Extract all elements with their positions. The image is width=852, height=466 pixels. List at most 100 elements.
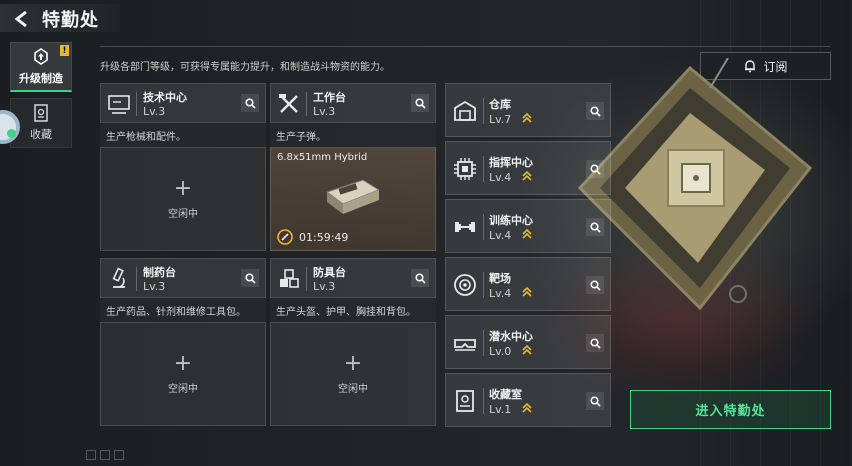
workstation-name: 制药台 — [143, 266, 176, 279]
upgrade-arrow-icon — [522, 112, 532, 123]
facility-level: Lv.7 — [489, 113, 512, 126]
icon-separator — [136, 92, 137, 116]
idle-status: 空闲中 — [168, 208, 198, 220]
tab-upgrade-craft-label: 升级制造 — [19, 71, 63, 85]
search-icon — [244, 272, 256, 284]
facility-level: Lv.0 — [489, 345, 512, 358]
tab-upgrade-craft[interactable]: ! 升级制造 — [10, 42, 72, 92]
workstation-armor[interactable]: 防具台 Lv.3 生产头盔、护甲、胸挂和背包。 + 空闲中 — [270, 258, 436, 426]
inspect-button[interactable] — [586, 102, 604, 120]
icon-separator — [483, 330, 484, 356]
diving-mask-icon — [454, 339, 476, 351]
alert-badge: ! — [60, 45, 69, 56]
workstation-level: Lv.3 — [143, 280, 166, 293]
header: 特勤处 — [0, 0, 852, 38]
inspect-button[interactable] — [411, 269, 429, 287]
upgrade-arrow-icon — [522, 286, 532, 297]
facility-name: 潜水中心 — [489, 330, 533, 343]
craft-timer: 01:59:49 — [277, 229, 348, 245]
workstation-header: 制药台 Lv.3 — [100, 258, 266, 298]
facility-level: Lv.4 — [489, 171, 512, 184]
icon-separator — [483, 388, 484, 414]
page-title: 特勤处 — [42, 10, 99, 31]
workstation-workbench[interactable]: 工作台 Lv.3 生产子弹。 6.8x51mm Hybrid 01:59:49 — [270, 83, 436, 251]
crafting-item-name: 6.8x51mm Hybrid — [277, 152, 368, 163]
craft-slot[interactable]: + 空闲中 — [100, 322, 266, 426]
facility-name: 仓库 — [489, 98, 511, 111]
upgrade-arrow-icon — [522, 344, 532, 355]
ammo-box-icon — [325, 179, 381, 214]
craft-slot-active[interactable]: 6.8x51mm Hybrid 01:59:49 — [270, 147, 436, 251]
craft-slot[interactable]: + 空闲中 — [100, 147, 266, 251]
search-icon — [589, 105, 601, 117]
indicator — [100, 450, 110, 460]
facility-shooting-range[interactable]: 靶场 Lv.4 — [445, 257, 611, 311]
inspect-button[interactable] — [411, 94, 429, 112]
icon-separator — [483, 214, 484, 240]
facility-level: Lv.1 — [489, 403, 512, 416]
inspect-button[interactable] — [586, 218, 604, 236]
facility-training-center[interactable]: 训练中心 Lv.4 — [445, 199, 611, 253]
facility-command-center[interactable]: 指挥中心 Lv.4 — [445, 141, 611, 195]
facility-diving-center[interactable]: 潜水中心 Lv.0 — [445, 315, 611, 369]
inspect-button[interactable] — [586, 276, 604, 294]
back-arrow-icon — [14, 10, 27, 28]
collection-icon — [34, 104, 48, 122]
search-icon — [589, 221, 601, 233]
workstation-pharmacy[interactable]: 制药台 Lv.3 生产药品、针剂和维修工具包。 + 空闲中 — [100, 258, 266, 426]
workstation-tech-center[interactable]: 技术中心 Lv.3 生产枪械和配件。 + 空闲中 — [100, 83, 266, 251]
workstation-level: Lv.3 — [313, 105, 336, 118]
workstation-name: 技术中心 — [143, 91, 187, 104]
bottom-indicators — [86, 450, 124, 460]
dumbbell-icon — [455, 222, 475, 232]
inspect-button[interactable] — [586, 392, 604, 410]
inspect-button[interactable] — [586, 334, 604, 352]
workstation-description: 生产药品、针剂和维修工具包。 — [100, 298, 266, 322]
icon-separator — [306, 267, 307, 291]
icon-separator — [483, 98, 484, 124]
facility-warehouse[interactable]: 仓库 Lv.7 — [445, 83, 611, 137]
search-icon — [244, 97, 256, 109]
plus-icon: + — [173, 175, 193, 201]
display-case-icon — [456, 390, 474, 412]
upgrade-icon — [34, 47, 48, 65]
plus-icon: + — [343, 350, 363, 376]
search-icon — [589, 337, 601, 349]
upgrade-arrow-icon — [522, 402, 532, 413]
workstation-description: 生产子弹。 — [270, 123, 436, 147]
inspect-button[interactable] — [241, 94, 259, 112]
search-icon — [414, 97, 426, 109]
facility-level: Lv.4 — [489, 229, 512, 242]
indicator — [86, 450, 96, 460]
target-icon — [454, 274, 476, 296]
search-icon — [589, 395, 601, 407]
facility-name: 训练中心 — [489, 214, 533, 227]
page-description: 升级各部门等级，可获得专属能力提升，和制造战斗物资的能力。 — [100, 62, 390, 73]
microscope-icon — [112, 267, 125, 288]
upgrade-arrow-icon — [522, 228, 532, 239]
workstation-header: 工作台 Lv.3 — [270, 83, 436, 123]
divider — [100, 46, 830, 47]
search-icon — [589, 163, 601, 175]
workstation-description: 生产枪械和配件。 — [100, 123, 266, 147]
monitor-icon — [108, 95, 130, 114]
inspect-button[interactable] — [586, 160, 604, 178]
back-button[interactable] — [10, 7, 34, 31]
chip-icon — [454, 158, 476, 180]
craft-timer-text: 01:59:49 — [299, 230, 349, 244]
icon-separator — [483, 156, 484, 182]
icon-separator — [306, 92, 307, 116]
workstation-name: 防具台 — [313, 266, 346, 279]
search-icon — [589, 279, 601, 291]
inspect-button[interactable] — [241, 269, 259, 287]
facility-name: 靶场 — [489, 272, 511, 285]
icon-separator — [483, 272, 484, 298]
craft-slot[interactable]: + 空闲中 — [270, 322, 436, 426]
enter-special-ops-button[interactable]: 进入特勤处 — [630, 390, 831, 429]
facility-name: 指挥中心 — [489, 156, 533, 169]
facility-name: 收藏室 — [489, 388, 522, 401]
facility-level: Lv.4 — [489, 287, 512, 300]
idle-status: 空闲中 — [168, 383, 198, 395]
workstation-header: 防具台 Lv.3 — [270, 258, 436, 298]
facility-collection-room[interactable]: 收藏室 Lv.1 — [445, 373, 611, 427]
